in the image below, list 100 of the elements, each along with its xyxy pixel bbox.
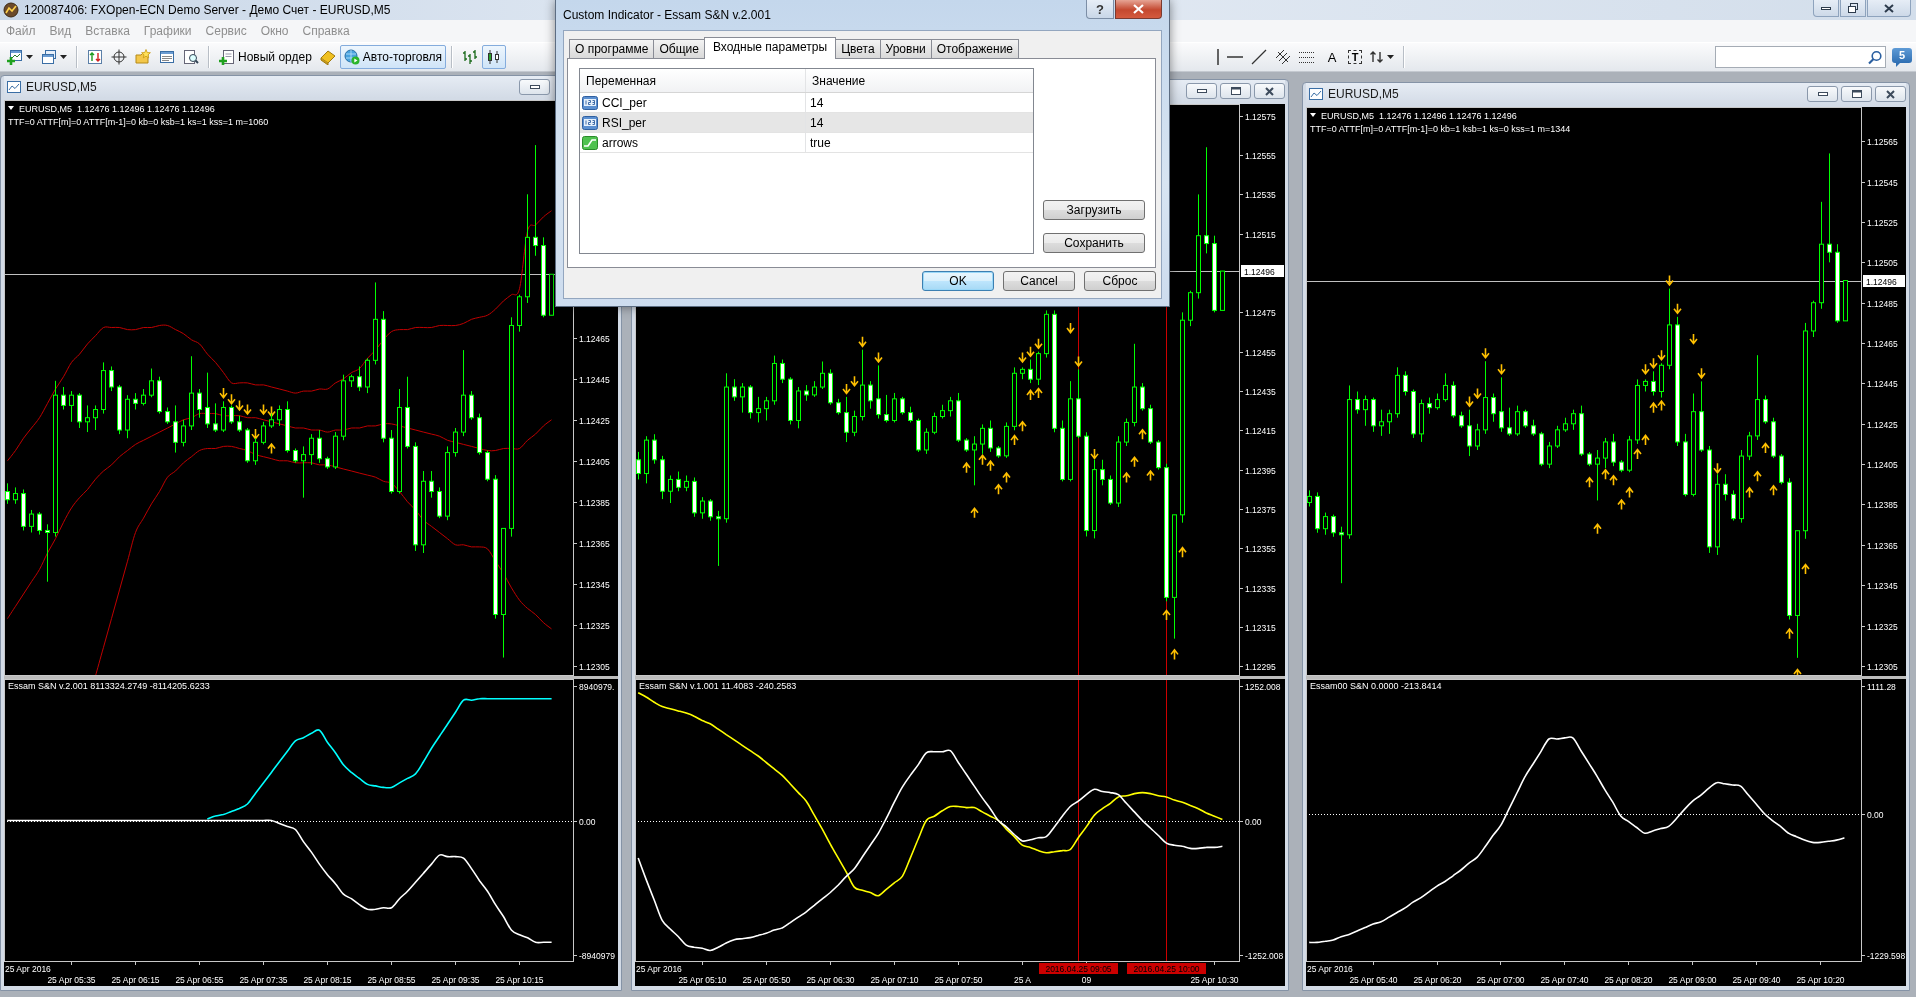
price-label: 1.12505 xyxy=(1867,257,1898,268)
price-label: 1.12335 xyxy=(1245,583,1276,594)
price-label: 1.12405 xyxy=(1867,459,1898,470)
date-label: 25 Apr 2016 xyxy=(1307,964,1353,974)
chart-annotation: TTF=0 ATTF[m]=0 ATTF[m-1]=0 kb=0 ksb=1 ks=1 kss=1 m=1060 xyxy=(8,117,269,127)
dialog-title: Custom Indicator - Essam S&N v.2.001 xyxy=(563,8,771,22)
time-label: 25 Apr 10:20 xyxy=(1796,975,1845,985)
price-label: 1.12325 xyxy=(1867,621,1898,632)
ref-line-label: 1.12496 xyxy=(1866,276,1897,287)
time-label: 25 Apr 07:50 xyxy=(934,975,983,985)
price-label: 1.12385 xyxy=(579,497,610,508)
indicator-title: Essam S&N v.1.001 11.4083 -240.2583 xyxy=(639,681,797,691)
value-label: -1252.008 xyxy=(1245,950,1284,961)
column-header: Переменная xyxy=(580,69,806,92)
value-label: 0.00 xyxy=(579,816,596,827)
value-label: 0.00 xyxy=(1245,816,1262,827)
chart-annotation: TTF=0 ATTF[m]=0 ATTF[m-1]=0 kb=1 ksb=1 ks=0 kss=1 m=1344 xyxy=(1310,124,1571,134)
price-label: 1.12545 xyxy=(1867,177,1898,188)
parameter-name: RSI_per xyxy=(602,115,647,130)
current-price-label: 1.12496 xyxy=(1241,265,1284,277)
price-label: 1.12365 xyxy=(1867,540,1898,551)
indicator-title: Essam S&N v.2.001 8113324.2749 -8114205.6233 xyxy=(8,681,210,691)
price-label: 1.12465 xyxy=(1867,338,1898,349)
price-label: 1.12305 xyxy=(1867,661,1898,672)
value-label: 1252.008 xyxy=(1245,681,1281,692)
price-label: 1.12355 xyxy=(1245,543,1276,554)
ref-line-label: 2016.04.25 09:05 xyxy=(1045,964,1112,974)
value-label: 1111.28 xyxy=(1867,681,1896,692)
price-label: 1.12555 xyxy=(1245,150,1276,161)
time-label: 25 Apr 07:40 xyxy=(1540,975,1589,985)
time-label: 25 Apr 06:55 xyxy=(175,975,224,985)
time-label: 25 Apr 08:20 xyxy=(1604,975,1653,985)
time-label: 09 xyxy=(1081,975,1092,985)
parameter-name: CCI_per xyxy=(602,95,647,110)
current-price-label: 1.12496 xyxy=(1863,275,1905,287)
price-label: 1.12435 xyxy=(1245,386,1276,397)
parameter-value: 14 xyxy=(809,94,824,112)
price-label: 1.12405 xyxy=(579,456,610,467)
time-label: 25 Apr 06:30 xyxy=(806,975,855,985)
window-title: 120087406: FXOpen-ECN Demo Server - Демо Счет - EURUSD,M5 xyxy=(24,3,391,17)
time-label: 25 Apr 10:30 xyxy=(1190,975,1239,985)
value-label: -8940979 xyxy=(579,950,615,961)
price-label: 1.12425 xyxy=(1867,419,1898,430)
parameter-value: 14 xyxy=(809,114,824,132)
time-label: 25 Apr 09:35 xyxy=(431,975,480,985)
time-label: 25 Apr 10:15 xyxy=(495,975,544,985)
time-label: 25 Apr 07:35 xyxy=(239,975,288,985)
price-label: 1.12345 xyxy=(1867,580,1898,591)
price-label: 1.12315 xyxy=(1245,622,1276,633)
price-label: 1.12515 xyxy=(1245,229,1276,240)
price-label: 1.12415 xyxy=(1245,425,1276,436)
parameter-name: arrows xyxy=(602,135,638,150)
time-label: 25 Apr 07:10 xyxy=(870,975,919,985)
chart-title: EURUSD,M5 1.12476 1.12496 1.12476 1.12496 xyxy=(19,104,215,114)
time-label: 25 Apr 05:35 xyxy=(47,975,96,985)
time-label: 25 Apr 08:55 xyxy=(367,975,416,985)
time-label: 25 Apr 07:00 xyxy=(1476,975,1525,985)
time-marker-label: 2016.04.25 09:05 xyxy=(1039,963,1118,974)
time-label: 25 A xyxy=(1014,975,1031,985)
time-label: 25 Apr 09:00 xyxy=(1668,975,1717,985)
price-label: 1.12295 xyxy=(1245,661,1276,672)
time-label: 25 Apr 08:15 xyxy=(303,975,352,985)
price-label: 1.12445 xyxy=(1867,378,1898,389)
parameter-value: true xyxy=(809,134,831,152)
chart-title: EURUSD,M5 1.12476 1.12496 1.12476 1.12496 xyxy=(1321,111,1517,121)
price-label: 1.12395 xyxy=(1245,465,1276,476)
price-label: 1.12375 xyxy=(1245,504,1276,515)
time-marker-label: 2016.04.25 10:00 xyxy=(1127,963,1206,974)
indicator-title: Essam00 S&N 0.0000 -213.8414 xyxy=(1310,681,1442,691)
price-label: 1.12475 xyxy=(1245,307,1276,318)
chart-window-title: EURUSD,M5 xyxy=(26,80,97,94)
time-label: 25 Apr 09:40 xyxy=(1732,975,1781,985)
price-label: 1.12365 xyxy=(579,538,610,549)
price-label: 1.12445 xyxy=(579,374,610,385)
price-label: 1.12535 xyxy=(1245,189,1276,200)
price-label: 1.12325 xyxy=(579,620,610,631)
price-label: 1.12575 xyxy=(1245,111,1276,122)
price-label: 1.12525 xyxy=(1867,217,1898,228)
value-label: -1229.598 xyxy=(1867,950,1906,961)
date-label: 25 Apr 2016 xyxy=(5,964,51,974)
time-label: 25 Apr 05:40 xyxy=(1349,975,1398,985)
time-label: 25 Apr 06:20 xyxy=(1413,975,1462,985)
value-label: 8940979. xyxy=(579,681,615,692)
price-label: 1.12425 xyxy=(579,415,610,426)
price-label: 1.12485 xyxy=(1867,298,1898,309)
date-label: 25 Apr 2016 xyxy=(636,964,682,974)
time-label: 25 Apr 05:50 xyxy=(742,975,791,985)
price-label: 1.12305 xyxy=(579,661,610,672)
price-label: 1.12345 xyxy=(579,579,610,590)
value-label: 0.00 xyxy=(1867,809,1884,820)
time-label: 25 Apr 06:15 xyxy=(111,975,160,985)
chart-window-title: EURUSD,M5 xyxy=(1328,87,1399,101)
price-label: 1.12455 xyxy=(1245,347,1276,358)
price-label: 1.12565 xyxy=(1867,136,1898,147)
time-label: 25 Apr 05:10 xyxy=(678,975,727,985)
ref-line-label: 2016.04.25 10:00 xyxy=(1133,964,1200,974)
ref-line-label: 1.12496 xyxy=(1244,266,1275,277)
price-label: 1.12465 xyxy=(579,333,610,344)
column-header: Значение xyxy=(811,72,866,90)
price-label: 1.12385 xyxy=(1867,499,1898,510)
